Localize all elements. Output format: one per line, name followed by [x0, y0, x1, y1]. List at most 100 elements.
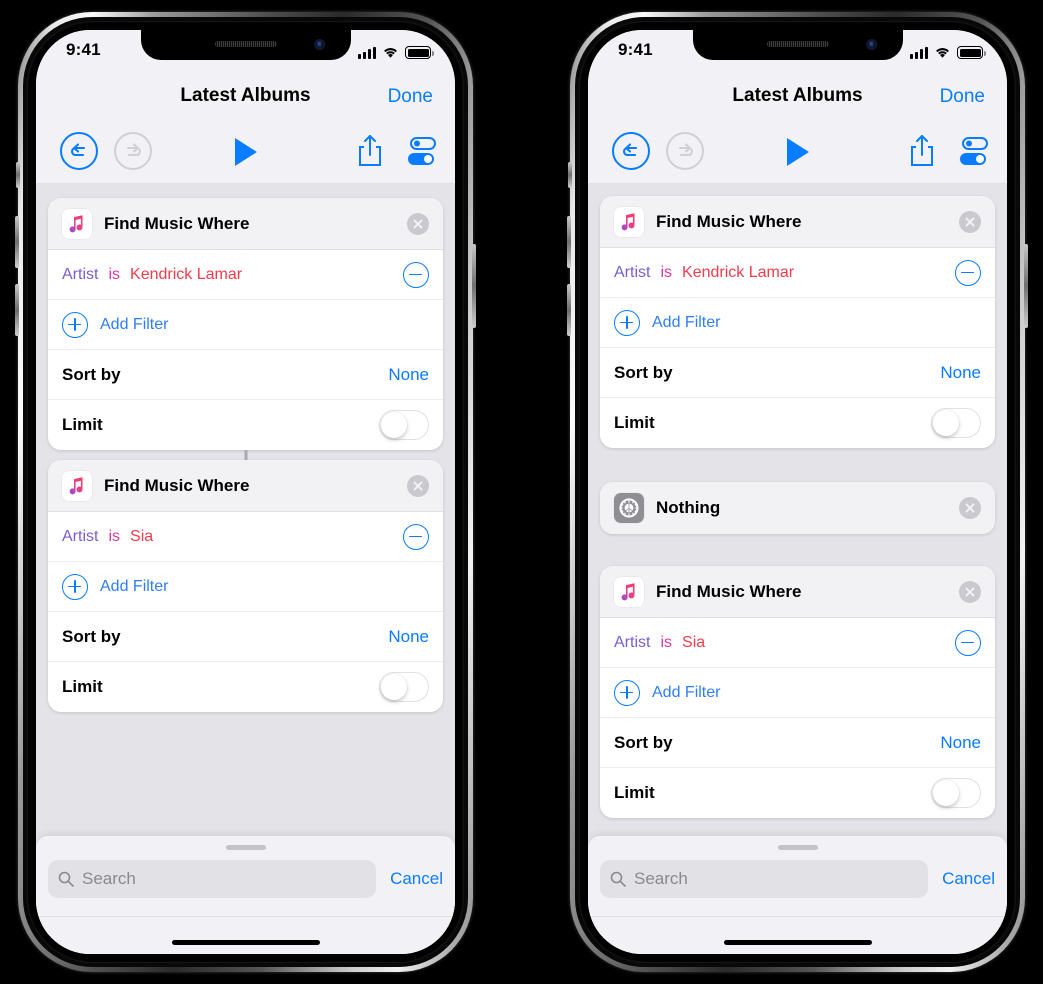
limit-toggle[interactable]	[931, 408, 981, 438]
share-button[interactable]	[907, 133, 937, 174]
divider	[588, 916, 1007, 917]
search-icon	[610, 871, 626, 887]
front-camera-icon	[865, 39, 877, 50]
search-input[interactable]: Search	[48, 860, 377, 898]
filter-row[interactable]: Artist is Kendrick Lamar	[48, 250, 443, 300]
volume-down-button[interactable]	[567, 284, 571, 336]
volume-down-button[interactable]	[15, 284, 19, 336]
close-icon[interactable]	[959, 210, 981, 233]
add-filter-row[interactable]: Add Filter	[600, 668, 995, 718]
play-button[interactable]	[783, 136, 813, 173]
undo-button[interactable]	[612, 132, 650, 170]
divider	[36, 916, 455, 917]
sort-by-row[interactable]: Sort by None	[600, 348, 995, 398]
add-filter-row[interactable]: Add Filter	[48, 300, 443, 350]
settings-button[interactable]	[405, 136, 439, 173]
toggle-knob	[933, 780, 959, 806]
undo-button[interactable]	[60, 132, 98, 170]
undo-icon	[60, 132, 98, 170]
undo-icon	[612, 132, 650, 170]
limit-row[interactable]: Limit	[600, 398, 995, 448]
mute-switch[interactable]	[568, 162, 572, 188]
done-button[interactable]: Done	[388, 86, 433, 108]
plus-icon[interactable]	[62, 573, 88, 600]
drag-handle[interactable]	[777, 845, 818, 850]
limit-row[interactable]: Limit	[600, 768, 995, 818]
apple-music-icon	[614, 576, 644, 607]
limit-row[interactable]: Limit	[48, 662, 443, 712]
search-dock: Search Cancel	[588, 836, 1007, 954]
sort-by-row[interactable]: Sort by None	[48, 350, 443, 400]
limit-toggle[interactable]	[379, 410, 429, 440]
apple-music-icon	[62, 470, 92, 501]
volume-up-button[interactable]	[567, 216, 571, 268]
sort-by-value[interactable]: None	[940, 363, 981, 383]
settings-button[interactable]	[957, 136, 991, 173]
mute-switch[interactable]	[16, 162, 20, 188]
add-filter-row[interactable]: Add Filter	[48, 562, 443, 612]
search-row: Search Cancel	[600, 860, 995, 898]
add-filter-label: Add Filter	[100, 577, 169, 595]
action-card-find-music-2[interactable]: Find Music Where Artist is Sia Add Filte…	[48, 460, 443, 712]
filter-row[interactable]: Artist is Kendrick Lamar	[600, 248, 995, 298]
action-card-nothing[interactable]: Nothing	[600, 482, 995, 534]
home-indicator[interactable]	[171, 940, 320, 945]
power-button[interactable]	[1024, 244, 1028, 328]
limit-row[interactable]: Limit	[48, 400, 443, 450]
sort-by-row[interactable]: Sort by None	[600, 718, 995, 768]
plus-icon[interactable]	[614, 679, 640, 706]
sort-by-value[interactable]: None	[940, 733, 981, 753]
status-indicators	[358, 43, 434, 59]
volume-up-button[interactable]	[15, 216, 19, 268]
redo-icon	[114, 132, 152, 170]
limit-label: Limit	[614, 413, 655, 432]
drag-handle[interactable]	[225, 845, 266, 850]
editor-toolbar	[36, 122, 455, 184]
gear-icon	[614, 493, 644, 523]
settings-toggles-icon	[960, 137, 988, 165]
cancel-button[interactable]: Cancel	[942, 869, 995, 889]
apple-music-icon	[614, 206, 644, 237]
close-icon[interactable]	[959, 580, 981, 603]
close-icon[interactable]	[407, 474, 429, 497]
share-icon	[911, 135, 933, 166]
status-indicators	[910, 43, 986, 59]
filter-row[interactable]: Artist is Sia	[600, 618, 995, 668]
status-time: 9:41	[618, 40, 653, 59]
search-input[interactable]: Search	[600, 860, 929, 898]
filter-row[interactable]: Artist is Sia	[48, 512, 443, 562]
done-button[interactable]: Done	[940, 86, 985, 108]
earpiece-speaker	[766, 41, 829, 47]
settings-toggles-icon	[408, 137, 436, 165]
sort-by-row[interactable]: Sort by None	[48, 612, 443, 662]
home-indicator[interactable]	[723, 940, 872, 945]
search-placeholder: Search	[82, 869, 136, 888]
action-card-find-music-1[interactable]: Find Music Where Artist is Kendrick Lama…	[48, 198, 443, 450]
sort-by-value[interactable]: None	[388, 365, 429, 385]
search-row: Search Cancel	[48, 860, 443, 898]
filter-key: Artist	[62, 265, 99, 283]
add-filter-row[interactable]: Add Filter	[600, 298, 995, 348]
sort-by-value[interactable]: None	[388, 627, 429, 647]
card-title: Find Music Where	[656, 581, 802, 601]
left-phone: 9:41 Latest Albums Done Find Music Where…	[15, 12, 476, 972]
remove-filter-icon[interactable]	[403, 523, 429, 550]
share-button[interactable]	[355, 133, 385, 174]
action-card-find-music-1[interactable]: Find Music Where Artist is Kendrick Lama…	[600, 196, 995, 448]
earpiece-speaker	[214, 41, 277, 47]
action-card-find-music-2[interactable]: Find Music Where Artist is Sia Add Filte…	[600, 566, 995, 818]
limit-toggle[interactable]	[379, 672, 429, 702]
power-button[interactable]	[472, 244, 476, 328]
sort-by-label: Sort by	[614, 362, 673, 382]
close-icon[interactable]	[407, 212, 429, 235]
share-icon	[359, 135, 381, 166]
limit-toggle[interactable]	[931, 778, 981, 808]
remove-filter-icon[interactable]	[403, 261, 429, 288]
play-button[interactable]	[231, 136, 261, 173]
close-icon[interactable]	[959, 497, 981, 519]
plus-icon[interactable]	[62, 311, 88, 338]
cancel-button[interactable]: Cancel	[390, 869, 443, 889]
plus-icon[interactable]	[614, 309, 640, 336]
remove-filter-icon[interactable]	[955, 259, 981, 286]
remove-filter-icon[interactable]	[955, 629, 981, 656]
